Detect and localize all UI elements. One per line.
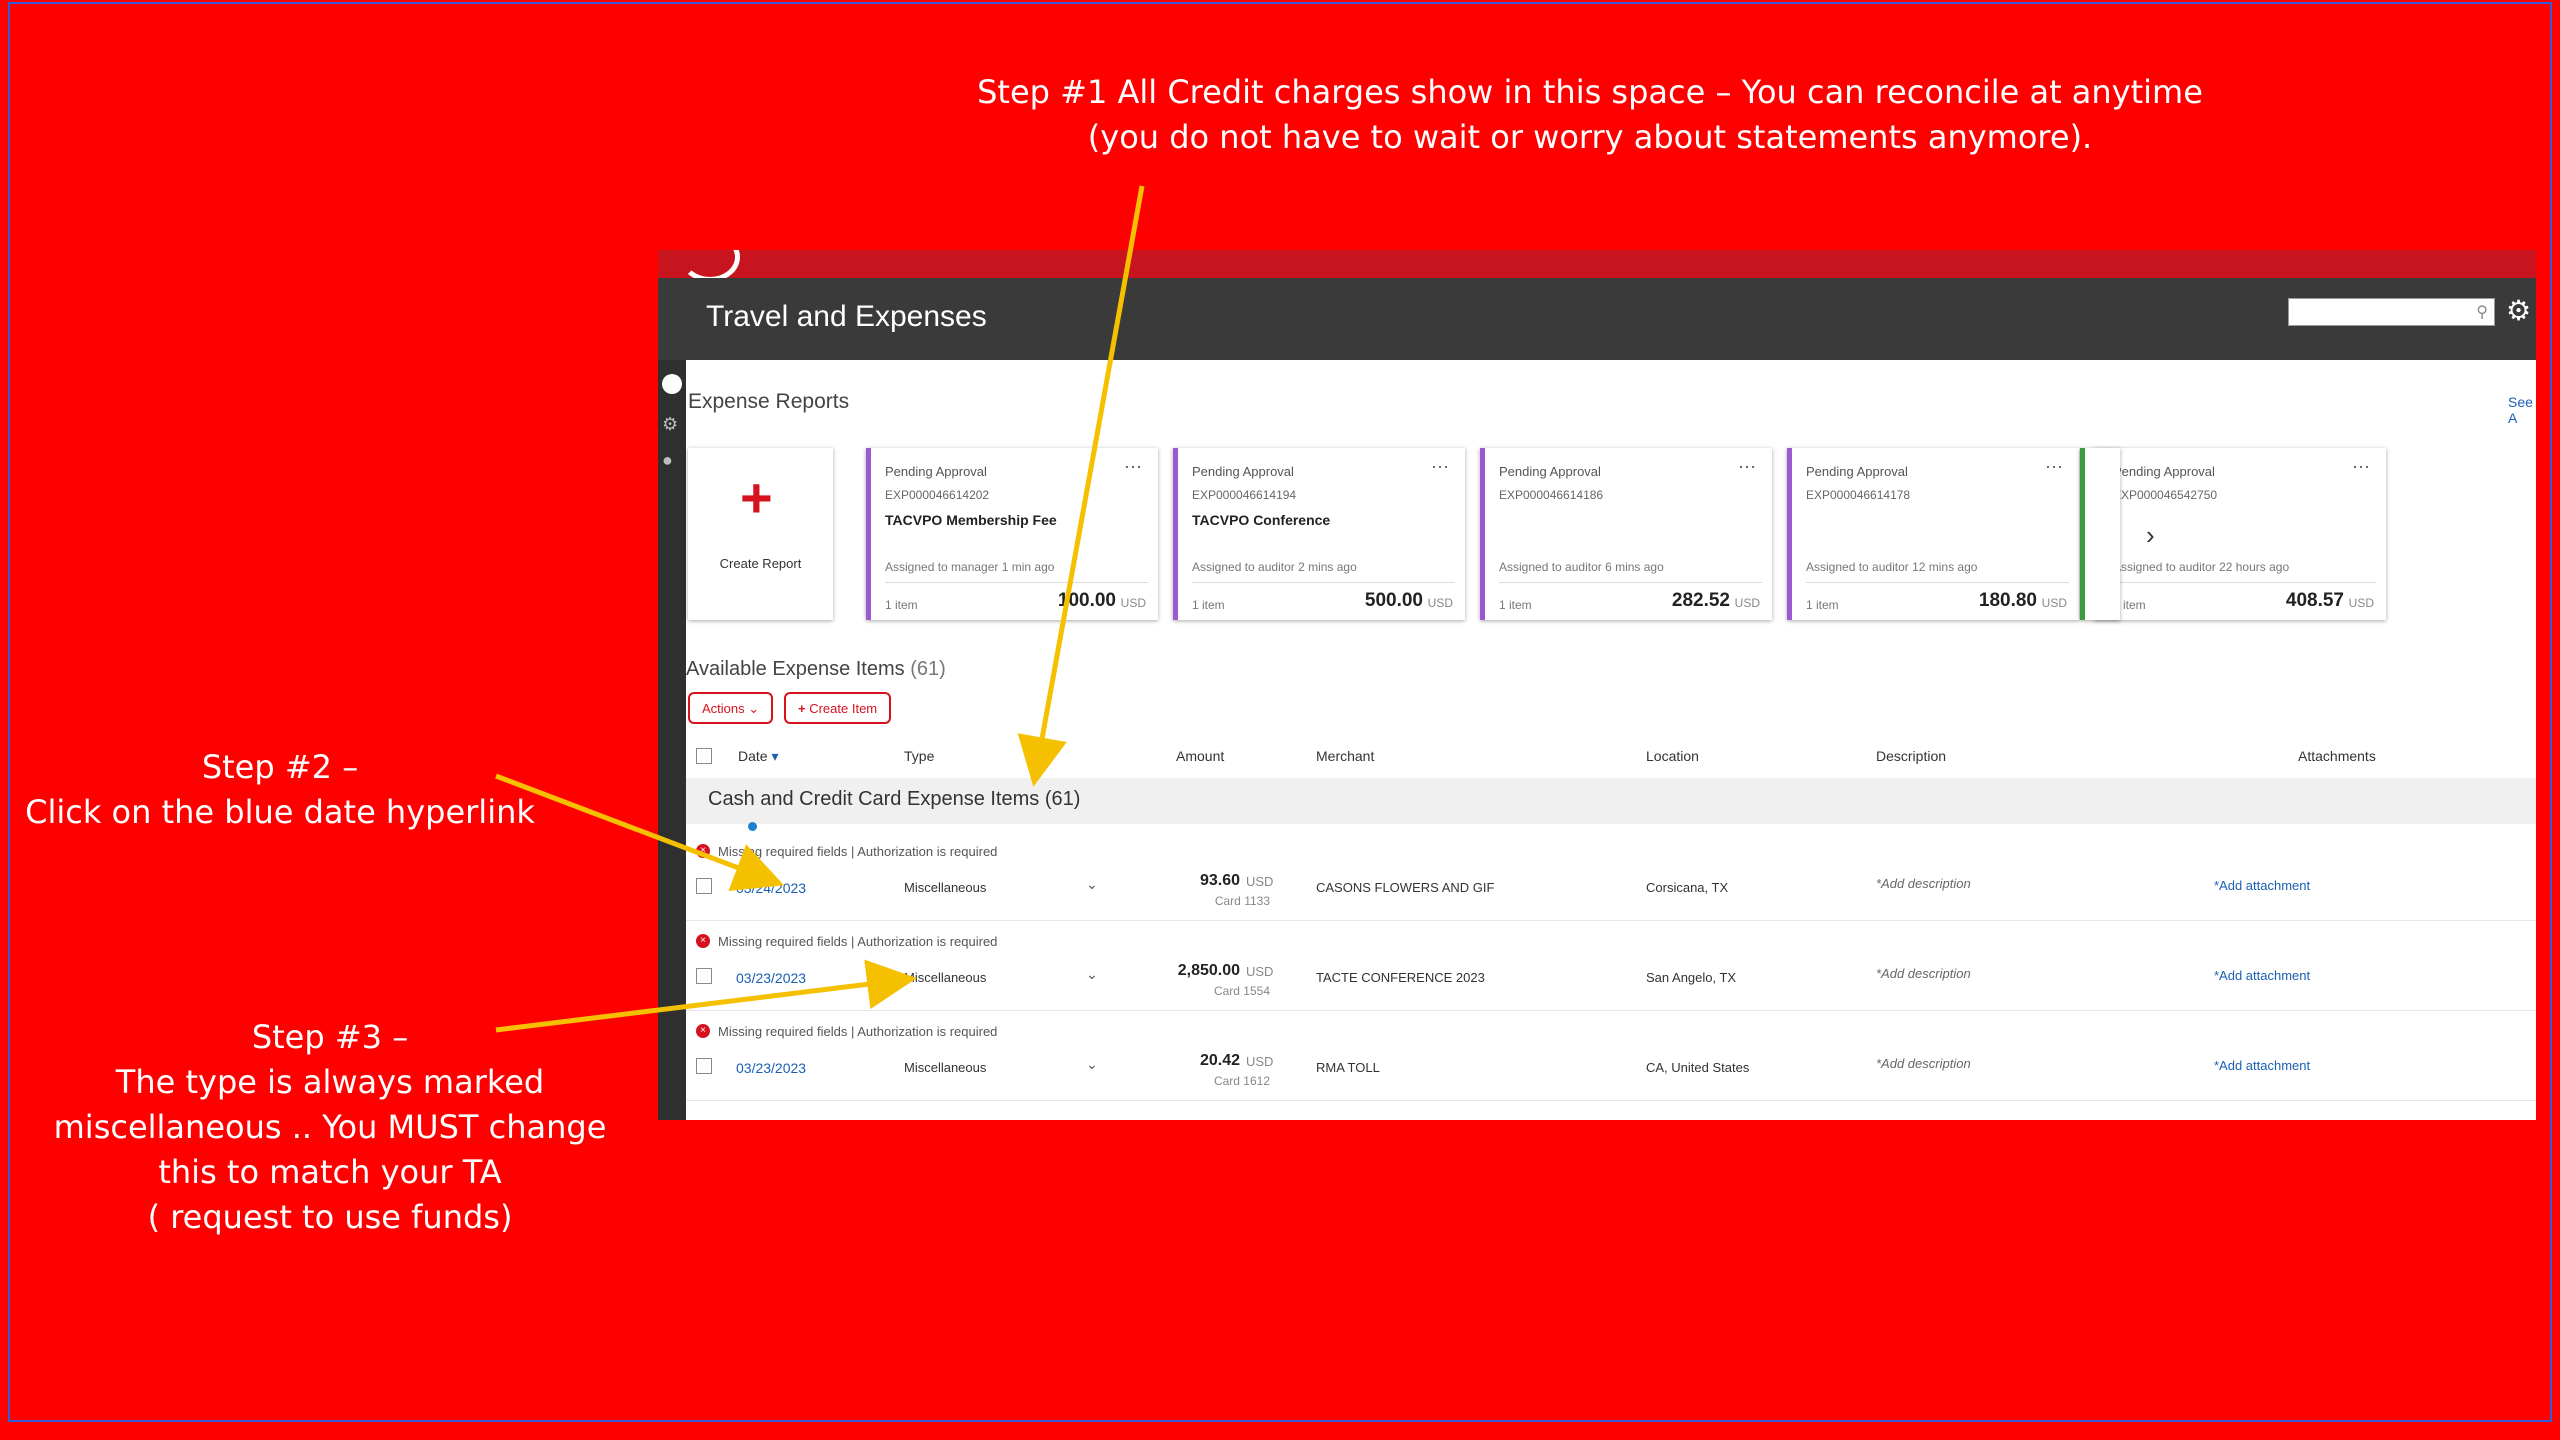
step2-arrow	[495, 773, 785, 891]
annotation-arrows	[495, 185, 1145, 1033]
step3-arrow	[495, 959, 917, 1033]
step1-arrow	[1017, 185, 1145, 787]
